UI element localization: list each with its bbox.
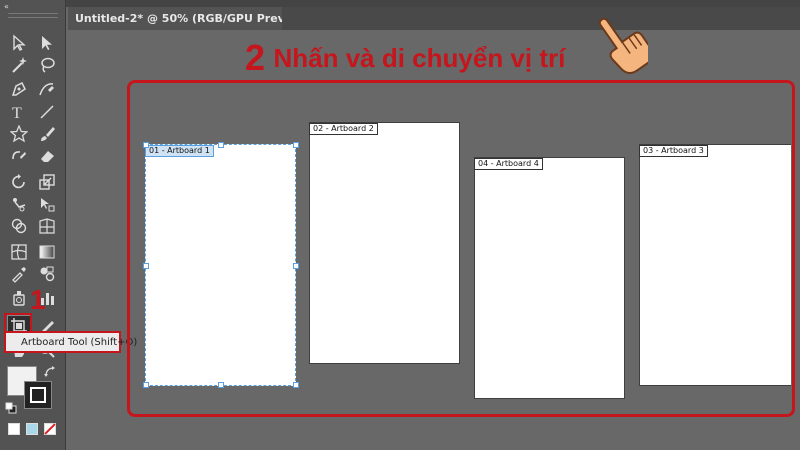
artboard-1-handle[interactable]	[218, 382, 224, 388]
swap-fill-stroke-icon[interactable]	[44, 366, 56, 378]
artboard-4[interactable]	[474, 157, 625, 399]
color-mode-button[interactable]	[8, 423, 20, 435]
artboard-3[interactable]	[639, 144, 791, 386]
tab-bar	[282, 7, 800, 30]
free-transform-tool-icon[interactable]	[36, 194, 58, 214]
artboard-1-handle[interactable]	[293, 382, 299, 388]
mesh-tool-icon[interactable]	[8, 242, 30, 262]
line-segment-tool-icon[interactable]	[36, 102, 58, 122]
artboard-2[interactable]	[309, 122, 460, 364]
lasso-tool-icon[interactable]	[36, 55, 58, 75]
document-tab[interactable]: Untitled-2* @ 50% (RGB/GPU Preview) ×	[68, 7, 321, 30]
stroke-color-swatch[interactable]	[24, 381, 52, 409]
artboard-1[interactable]	[145, 144, 296, 386]
perspective-grid-tool-icon[interactable]	[36, 216, 58, 236]
symbol-sprayer-tool-icon[interactable]	[8, 288, 30, 308]
curvature-tool-icon[interactable]	[36, 79, 58, 99]
artboard-3-label[interactable]: 03 - Artboard 3	[639, 145, 708, 157]
artboard-1-handle[interactable]	[293, 142, 299, 148]
pen-tool-icon[interactable]	[8, 79, 30, 99]
gradient-mode-button[interactable]	[26, 423, 38, 435]
pointing-hand-icon	[598, 17, 648, 75]
direct-selection-tool-icon[interactable]	[36, 33, 58, 53]
artboard-1-handle[interactable]	[143, 382, 149, 388]
shaper-tool-icon[interactable]	[8, 146, 30, 166]
paintbrush-tool-icon[interactable]	[36, 124, 58, 144]
puppet-warp-tool-icon[interactable]	[8, 194, 30, 214]
artboard-4-label[interactable]: 04 - Artboard 4	[474, 158, 543, 170]
artboard-1-handle[interactable]	[218, 142, 224, 148]
instruction-text: Nhấn và di chuyển vị trí	[273, 42, 566, 73]
step-two-number: 2	[245, 37, 266, 78]
instruction-banner: 2 Nhấn và di chuyển vị trí	[245, 37, 565, 79]
artboard-2-label[interactable]: 02 - Artboard 2	[309, 123, 378, 135]
step-one-number: 1	[30, 284, 46, 315]
artboard-tool-tooltip: Artboard Tool (Shift+O)	[4, 331, 137, 353]
magic-wand-tool-icon[interactable]	[8, 55, 30, 75]
eyedropper-tool-icon[interactable]	[8, 264, 30, 284]
gradient-tool-icon[interactable]	[36, 242, 58, 262]
eraser-tool-icon[interactable]	[36, 146, 58, 166]
tools-panel: « T	[0, 0, 66, 450]
none-mode-button[interactable]	[44, 423, 56, 435]
panel-grip[interactable]	[8, 13, 58, 18]
artboard-1-handle[interactable]	[143, 142, 149, 148]
document-tab-title: Untitled-2* @ 50% (RGB/GPU Preview)	[75, 12, 312, 25]
artboard-1-handle[interactable]	[143, 263, 149, 269]
default-fill-stroke-icon[interactable]	[5, 402, 17, 414]
rotate-tool-icon[interactable]	[8, 172, 30, 192]
selection-tool-icon[interactable]	[8, 33, 30, 53]
collapse-panel-icon[interactable]: «	[4, 2, 9, 11]
scale-tool-icon[interactable]	[36, 172, 58, 192]
type-tool-icon[interactable]: T	[8, 102, 30, 122]
star-tool-icon[interactable]	[8, 124, 30, 144]
app-top-strip	[0, 0, 800, 7]
blend-tool-icon[interactable]	[36, 264, 58, 284]
artboard-1-handle[interactable]	[293, 263, 299, 269]
shape-builder-tool-icon[interactable]	[8, 216, 30, 236]
svg-text:T: T	[12, 105, 22, 121]
artboard-1-label[interactable]: 01 - Artboard 1	[145, 145, 214, 157]
